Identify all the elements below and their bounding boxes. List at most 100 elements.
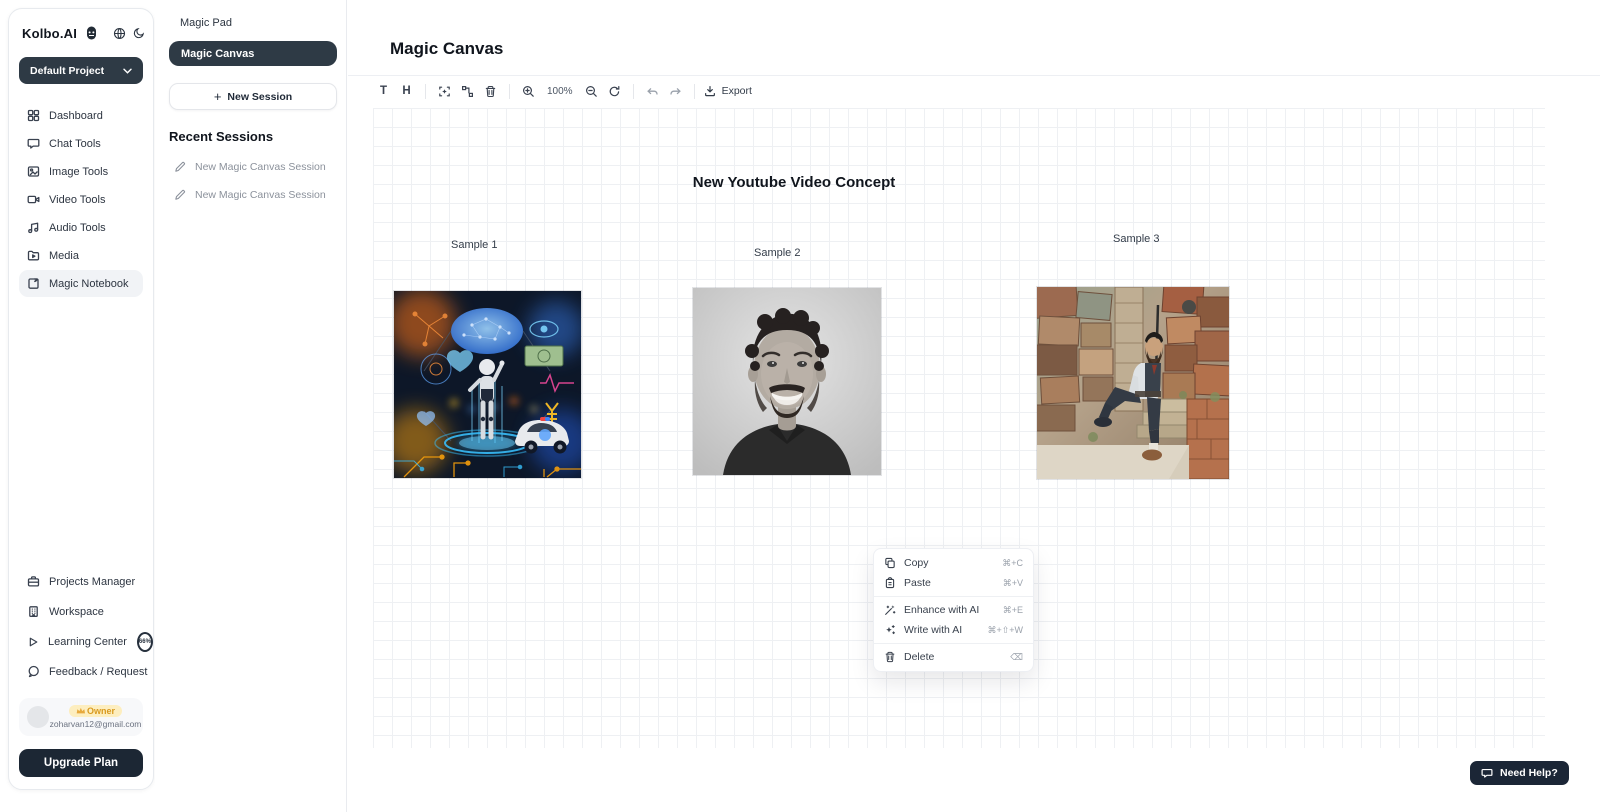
sidebar-item-label: Feedback / Request bbox=[49, 666, 147, 678]
sessions-panel: Magic Pad Magic Canvas + New Session Rec… bbox=[155, 0, 347, 812]
app-root: Kolbo.AI Default Project Dashboard bbox=[0, 0, 1600, 812]
chat-help-icon bbox=[1481, 767, 1493, 779]
sidebar-item-feedback-request[interactable]: Feedback / Request bbox=[19, 658, 143, 685]
sample1-image[interactable] bbox=[394, 291, 581, 478]
connector-icon bbox=[461, 85, 474, 98]
session-list-item[interactable]: New Magic Canvas Session bbox=[169, 153, 337, 181]
brand-logo: Kolbo.AI bbox=[22, 26, 77, 41]
sample2-image[interactable] bbox=[693, 288, 881, 475]
audio-icon bbox=[27, 221, 40, 234]
project-selector-button[interactable]: Default Project bbox=[19, 57, 143, 84]
toolbar-divider bbox=[425, 84, 426, 99]
tab-magic-canvas[interactable]: Magic Canvas bbox=[169, 41, 337, 66]
sidebar-item-projects-manager[interactable]: Projects Manager bbox=[19, 568, 143, 595]
canvas-text-sample2[interactable]: Sample 2 bbox=[754, 247, 800, 259]
sidebar-item-label: Audio Tools bbox=[49, 222, 106, 234]
crown-icon bbox=[76, 707, 85, 715]
canvas-toolbar: T H 100% Export bbox=[372, 79, 752, 103]
undo-button[interactable] bbox=[641, 80, 664, 102]
upgrade-plan-button[interactable]: Upgrade Plan bbox=[19, 749, 143, 777]
shortcut-label: ⌘+V bbox=[1003, 578, 1023, 589]
project-selector-label: Default Project bbox=[30, 65, 104, 77]
primary-nav: Dashboard Chat Tools Image Tools Video T… bbox=[19, 102, 143, 297]
delete-tool-button[interactable] bbox=[479, 80, 502, 102]
sidebar-item-label: Workspace bbox=[49, 606, 104, 618]
video-icon bbox=[27, 193, 40, 206]
sidebar-item-video-tools[interactable]: Video Tools bbox=[19, 186, 143, 213]
session-list-item[interactable]: New Magic Canvas Session bbox=[169, 181, 337, 209]
zoom-out-icon bbox=[585, 85, 598, 98]
sidebar-item-label: Dashboard bbox=[49, 110, 103, 122]
export-button[interactable]: Export bbox=[704, 85, 752, 97]
reset-view-button[interactable] bbox=[603, 80, 626, 102]
sidebar-item-label: Image Tools bbox=[49, 166, 108, 178]
undo-icon bbox=[646, 85, 659, 98]
ai-select-tool-button[interactable] bbox=[433, 80, 456, 102]
plus-icon: + bbox=[214, 90, 222, 103]
sidebar-item-dashboard[interactable]: Dashboard bbox=[19, 102, 143, 129]
toolbar-divider bbox=[694, 84, 695, 99]
need-help-button[interactable]: Need Help? bbox=[1470, 761, 1569, 785]
menu-divider bbox=[874, 596, 1033, 597]
ai-scan-icon bbox=[438, 85, 451, 98]
menu-item-enhance-with-ai[interactable]: Enhance with AI ⌘+E bbox=[874, 600, 1033, 620]
sparkle-pen-icon bbox=[884, 624, 896, 636]
tab-magic-pad[interactable]: Magic Pad bbox=[169, 14, 337, 29]
sidebar-item-chat-tools[interactable]: Chat Tools bbox=[19, 130, 143, 157]
new-session-button[interactable]: + New Session bbox=[169, 83, 337, 110]
sidebar-item-media[interactable]: Media bbox=[19, 242, 143, 269]
dark-mode-moon-icon[interactable] bbox=[133, 25, 145, 41]
canvas-text-sample3[interactable]: Sample 3 bbox=[1113, 233, 1159, 245]
language-globe-icon[interactable] bbox=[113, 25, 126, 41]
magic-wand-icon bbox=[884, 604, 896, 616]
shortcut-label: ⌘+⇧+W bbox=[987, 625, 1023, 636]
connector-tool-button[interactable] bbox=[456, 80, 479, 102]
paste-icon bbox=[884, 577, 896, 589]
sidebar-item-magic-notebook[interactable]: Magic Notebook bbox=[19, 270, 143, 297]
zoom-in-button[interactable] bbox=[517, 80, 540, 102]
chat-icon bbox=[27, 137, 40, 150]
zoom-out-button[interactable] bbox=[580, 80, 603, 102]
play-icon bbox=[27, 636, 39, 648]
robot-logo-icon bbox=[84, 25, 99, 41]
menu-item-copy[interactable]: Copy ⌘+C bbox=[874, 553, 1033, 573]
chevron-down-icon bbox=[123, 68, 132, 74]
sidebar-item-image-tools[interactable]: Image Tools bbox=[19, 158, 143, 185]
menu-item-paste[interactable]: Paste ⌘+V bbox=[874, 573, 1033, 593]
image-icon bbox=[27, 165, 40, 178]
redo-button[interactable] bbox=[664, 80, 687, 102]
feedback-bubble-icon bbox=[27, 665, 40, 678]
heading-tool-button[interactable]: H bbox=[395, 80, 418, 102]
sample3-image[interactable] bbox=[1037, 287, 1229, 479]
canvas-text-sample1[interactable]: Sample 1 bbox=[451, 239, 497, 251]
owner-role-badge: Owner bbox=[69, 705, 122, 717]
sidebar-item-label: Chat Tools bbox=[49, 138, 101, 150]
sidebar-item-label: Projects Manager bbox=[49, 576, 135, 588]
trash-icon bbox=[484, 85, 497, 98]
user-meta: Owner zoharvan12@gmail.com bbox=[56, 705, 135, 729]
trash-icon bbox=[884, 651, 896, 663]
canvas-text-doc-title[interactable]: New Youtube Video Concept bbox=[689, 174, 899, 191]
sidebar-item-learning-center[interactable]: Learning Center 66% bbox=[19, 628, 143, 655]
recent-sessions-heading: Recent Sessions bbox=[169, 129, 337, 144]
header-divider bbox=[348, 75, 1600, 76]
user-account-card[interactable]: Owner zoharvan12@gmail.com bbox=[19, 698, 143, 736]
menu-item-write-with-ai[interactable]: Write with AI ⌘+⇧+W bbox=[874, 620, 1033, 640]
sidebar-item-workspace[interactable]: Workspace bbox=[19, 598, 143, 625]
primary-sidebar: Kolbo.AI Default Project Dashboard bbox=[8, 8, 154, 790]
toolbar-divider bbox=[633, 84, 634, 99]
text-tool-button[interactable]: T bbox=[372, 80, 395, 102]
notebook-icon bbox=[27, 277, 40, 290]
toolbar-divider bbox=[509, 84, 510, 99]
sidebar-item-label: Learning Center bbox=[48, 636, 127, 648]
logo-row: Kolbo.AI bbox=[19, 25, 143, 41]
zoom-level-value: 100% bbox=[547, 86, 573, 97]
sidebar-item-audio-tools[interactable]: Audio Tools bbox=[19, 214, 143, 241]
pencil-icon bbox=[174, 189, 186, 201]
user-email: zoharvan12@gmail.com bbox=[50, 719, 142, 729]
menu-item-delete[interactable]: Delete ⌫ bbox=[874, 647, 1033, 667]
pencil-icon bbox=[174, 161, 186, 173]
download-icon bbox=[704, 85, 716, 97]
shortcut-label: ⌘+C bbox=[1002, 558, 1023, 569]
zoom-in-icon bbox=[522, 85, 535, 98]
